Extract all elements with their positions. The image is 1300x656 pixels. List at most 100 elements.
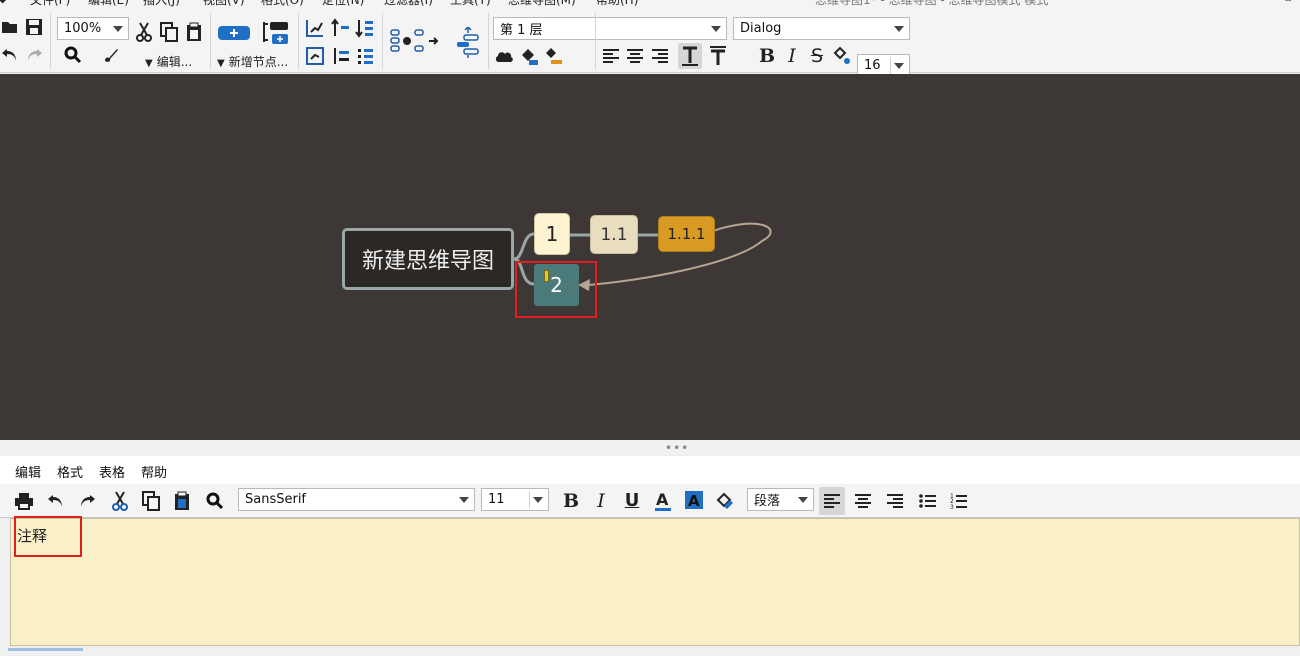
note-highlight-color-icon[interactable]: A <box>682 489 706 513</box>
menu-navigate[interactable]: 定位(N) <box>322 0 364 8</box>
menu-edit[interactable]: 编辑(E) <box>88 0 129 8</box>
text-color-icon[interactable] <box>831 45 853 67</box>
align-right-icon[interactable] <box>649 45 671 67</box>
level-select[interactable]: 第 1 层 <box>493 17 727 40</box>
note-paragraph-select[interactable]: 段落 <box>747 488 814 511</box>
toolbar-separator <box>210 13 211 69</box>
note-size-value: 11 <box>488 492 505 507</box>
panel-splitter[interactable]: ••• <box>0 440 1300 456</box>
save-icon[interactable] <box>24 17 44 37</box>
redo-icon[interactable] <box>24 45 44 65</box>
new-node-dropdown[interactable]: ▼ 新增节点... <box>217 53 288 70</box>
font-family-select[interactable]: Dialog <box>733 17 910 40</box>
text-top-icon[interactable] <box>678 43 702 69</box>
print-icon[interactable] <box>12 489 36 513</box>
note-clear-format-icon[interactable] <box>713 489 737 513</box>
menu-view[interactable]: 视图(V) <box>203 0 245 8</box>
mindmap-canvas[interactable]: 新建思维导图 1 1.1 1.1.1 2 <box>0 74 1300 440</box>
note-font-color-icon[interactable]: A <box>651 489 675 513</box>
divider <box>529 491 530 508</box>
layout-frame-icon[interactable] <box>304 45 326 67</box>
svg-text:A: A <box>688 492 700 510</box>
layout-chart-icon[interactable] <box>304 17 326 39</box>
menu-tools[interactable]: 工具(T) <box>450 0 491 8</box>
highlight-box <box>515 261 597 318</box>
status-bar <box>0 646 1300 656</box>
note-align-center-icon[interactable] <box>851 489 875 513</box>
chevron-down-icon <box>894 26 904 32</box>
toolbar-separator <box>298 13 299 69</box>
note-redo-icon[interactable] <box>75 489 99 513</box>
note-align-left-icon[interactable] <box>819 487 845 515</box>
strikethrough-icon[interactable]: S <box>806 45 828 67</box>
triangle-down-icon: ▼ <box>217 58 225 69</box>
node-1-1-1[interactable]: 1.1.1 <box>658 216 715 252</box>
node-1-1[interactable]: 1.1 <box>590 215 638 254</box>
main-menubar: ◆ 文件(F) 编辑(E) 插入(J) 视图(V) 格式(O) 定位(N) 过滤… <box>0 0 1300 9</box>
note-undo-icon[interactable] <box>44 489 68 513</box>
menu-insert[interactable]: 插入(J) <box>143 0 180 8</box>
divider <box>890 57 891 74</box>
zoom-select[interactable]: 100% <box>57 17 129 40</box>
open-folder-icon[interactable] <box>0 17 20 37</box>
note-menu-edit[interactable]: 编辑 <box>15 462 41 481</box>
toolbar-separator <box>488 13 489 69</box>
note-editor-toolbar: SansSerif 11 B I U A A 段落 1 2 3 <box>0 484 1300 518</box>
edge-color-icon[interactable] <box>542 45 564 67</box>
font-size-value: 16 <box>864 58 881 73</box>
edit-dropdown[interactable]: ▼ 编辑... <box>145 53 192 70</box>
app-icon: ◆ <box>0 0 7 5</box>
align-center-icon[interactable] <box>624 45 646 67</box>
cloud-icon[interactable] <box>493 45 515 67</box>
note-bullet-list-icon[interactable] <box>916 489 940 513</box>
note-search-icon[interactable] <box>203 489 227 513</box>
note-italic-icon[interactable]: I <box>589 489 613 513</box>
note-cut-icon[interactable] <box>108 489 132 513</box>
level-select-value: 第 1 层 <box>500 23 543 38</box>
mindmap-layout-icon[interactable] <box>388 27 440 55</box>
note-menu-help[interactable]: 帮助 <box>141 462 167 481</box>
menu-help[interactable]: 帮助(H) <box>596 0 638 8</box>
add-child-node-icon[interactable] <box>216 23 252 43</box>
text-bottom-icon[interactable] <box>706 43 730 69</box>
font-family-value: Dialog <box>740 21 782 36</box>
note-align-right-icon[interactable] <box>883 489 907 513</box>
menu-file[interactable]: 文件(F) <box>30 0 70 8</box>
chevron-down-icon <box>711 26 721 32</box>
add-sibling-node-icon[interactable] <box>259 19 291 47</box>
sort-nodes-icon[interactable] <box>354 17 376 39</box>
align-nodes-down-icon[interactable] <box>330 45 352 67</box>
copy-icon[interactable] <box>159 21 179 43</box>
menu-filter[interactable]: 过滤器(I) <box>384 0 433 8</box>
list-nodes-icon[interactable] <box>354 45 376 67</box>
window-title: 思维导图1* - 思维导图 - 思维导图模式 模式 <box>815 0 1049 7</box>
main-toolbar: 100% ▼ 编辑... ▼ 新增节点... 第 1 层 Dialog B I … <box>0 9 1300 77</box>
note-menu-format[interactable]: 格式 <box>57 462 83 481</box>
note-copy-icon[interactable] <box>139 489 163 513</box>
search-icon[interactable] <box>62 45 84 65</box>
note-numbered-list-icon[interactable]: 123 <box>947 489 971 513</box>
vertical-layout-icon[interactable] <box>454 27 482 59</box>
triangle-down-icon: ▼ <box>145 58 153 69</box>
note-size-select[interactable]: 11 <box>481 488 549 511</box>
undo-icon[interactable] <box>0 45 20 65</box>
brush-icon[interactable] <box>100 45 122 65</box>
bold-icon[interactable]: B <box>756 45 778 67</box>
note-menu-table[interactable]: 表格 <box>99 462 125 481</box>
paste-icon[interactable] <box>184 21 204 43</box>
menu-format[interactable]: 格式(O) <box>261 0 304 8</box>
note-bold-icon[interactable]: B <box>559 489 583 513</box>
cut-icon[interactable] <box>134 21 154 43</box>
root-node[interactable]: 新建思维导图 <box>342 228 514 290</box>
note-underline-icon[interactable]: U <box>620 489 644 513</box>
note-content-area[interactable]: 注释 <box>10 518 1300 646</box>
fill-color-icon[interactable] <box>518 45 540 67</box>
window-restore-icon[interactable]: ▫ <box>1285 0 1292 4</box>
menu-mindmap[interactable]: 思维导图(M) <box>508 0 576 8</box>
align-left-icon[interactable] <box>600 45 622 67</box>
align-nodes-up-icon[interactable] <box>330 17 352 39</box>
node-1[interactable]: 1 <box>534 213 570 255</box>
italic-icon[interactable]: I <box>781 45 803 67</box>
note-paste-icon[interactable] <box>170 489 194 513</box>
note-font-select[interactable]: SansSerif <box>238 488 475 511</box>
